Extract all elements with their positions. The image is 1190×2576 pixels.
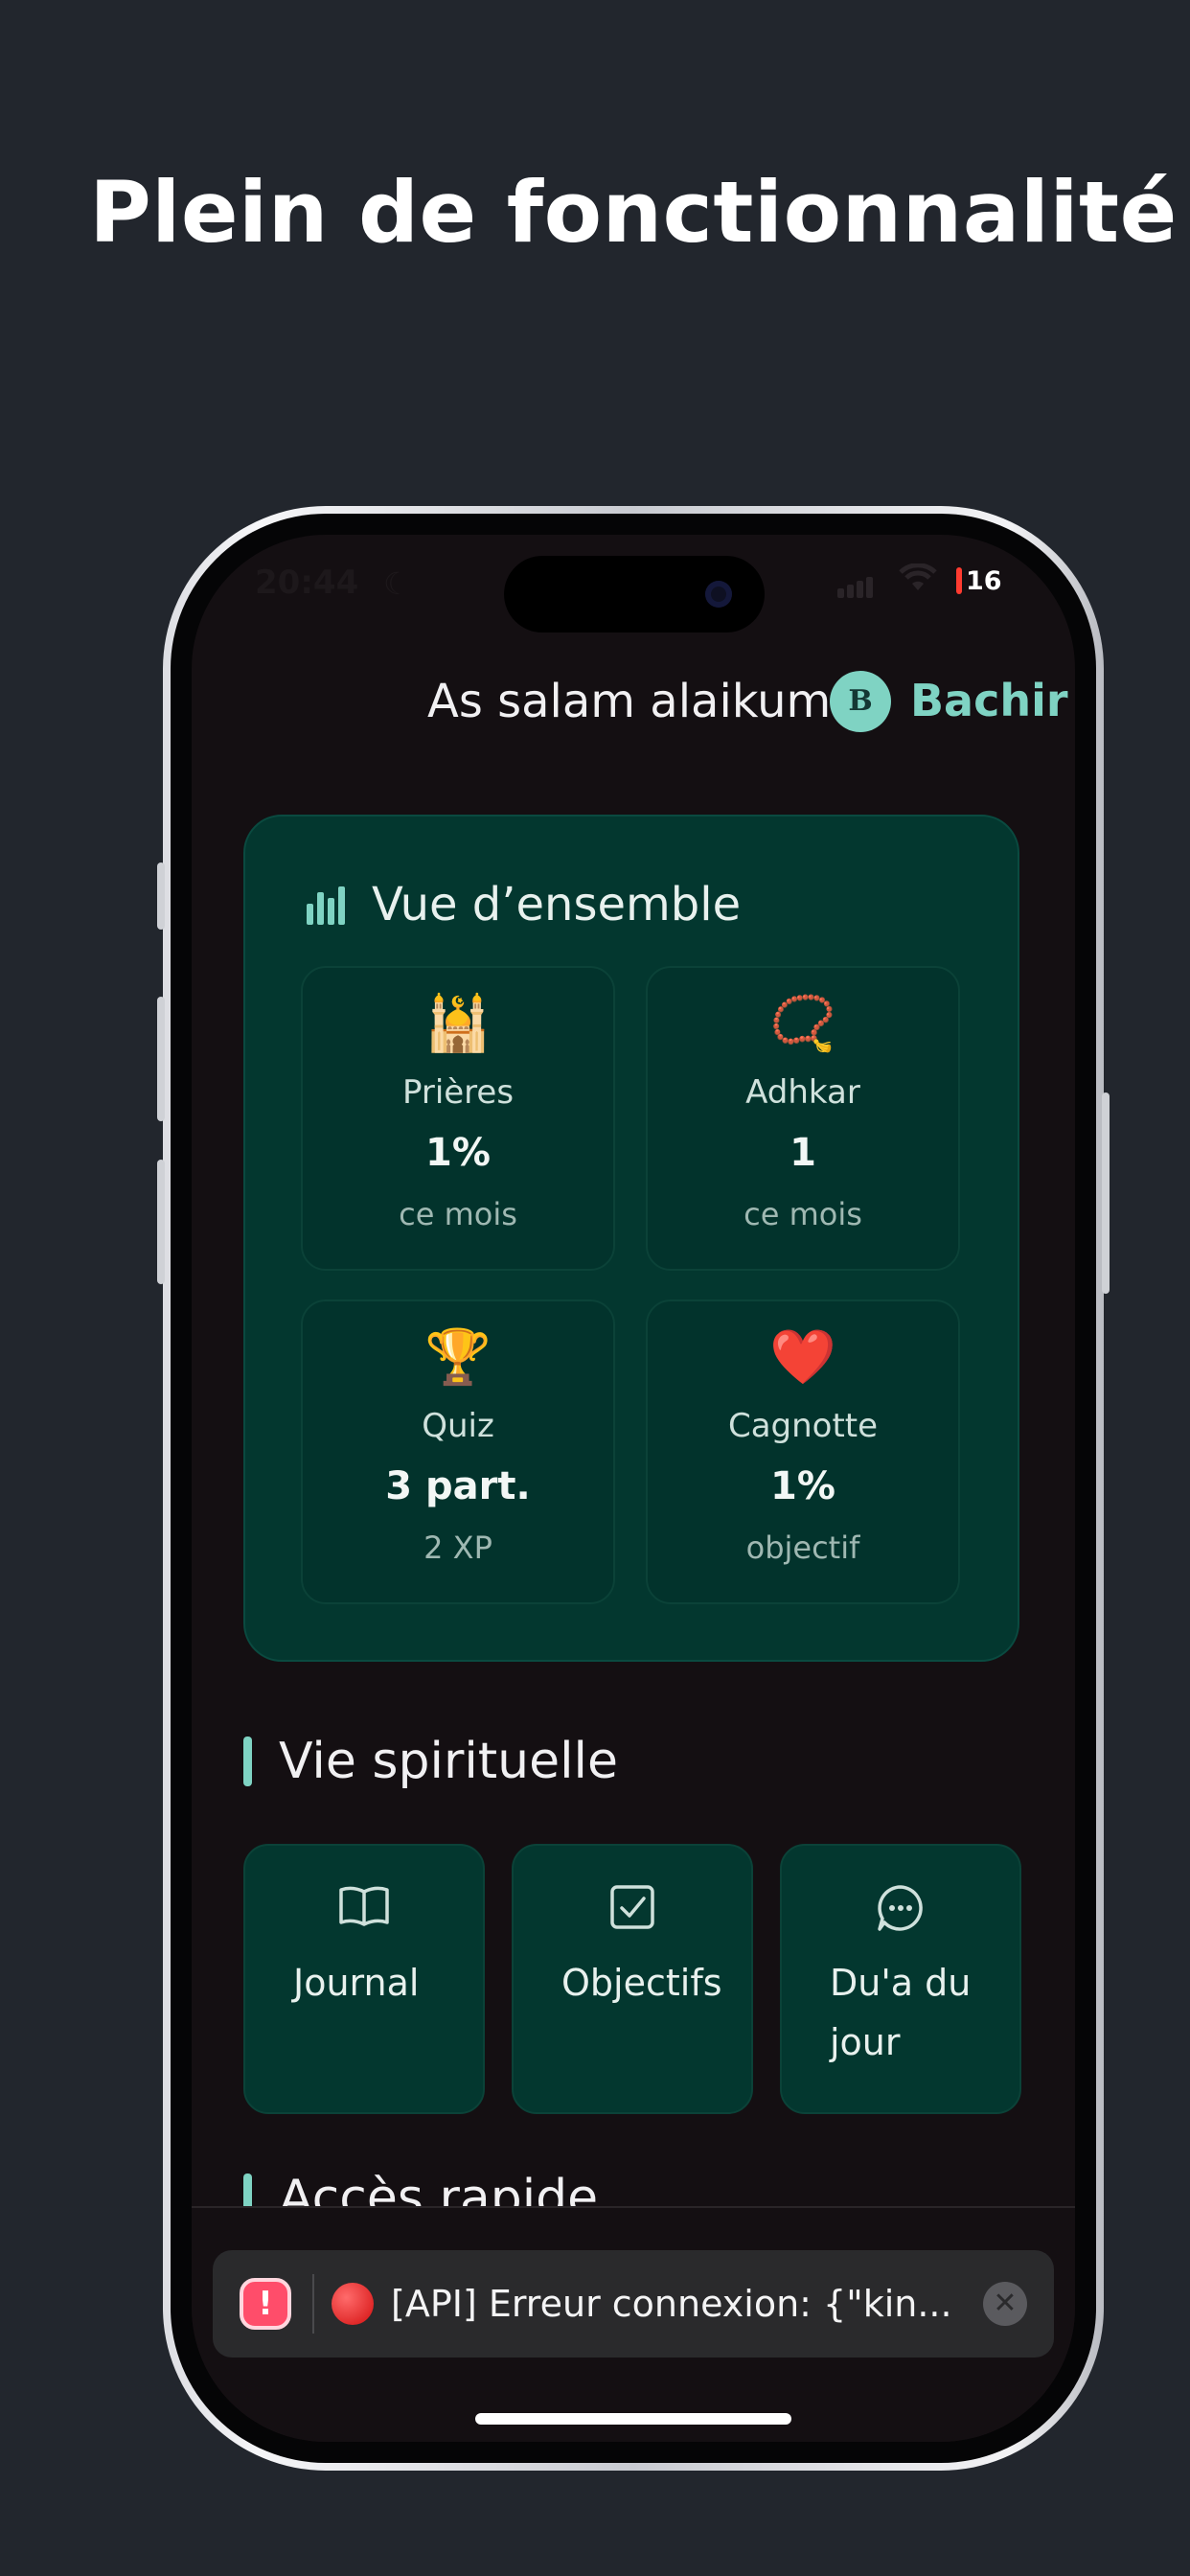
close-icon[interactable]: ✕: [983, 2282, 1027, 2326]
dynamic-island: [504, 556, 765, 632]
action-button: [157, 862, 165, 930]
overview-card: Vue d’ensemble 🕌 Prières 1% ce mois 📿 Ad…: [243, 815, 1019, 1662]
stat-card-quiz[interactable]: 🏆 Quiz 3 part. 2 XP: [301, 1300, 615, 1604]
section-accent-bar: [243, 1736, 252, 1786]
battery-icon: [956, 567, 962, 594]
tile-objectives[interactable]: Objectifs: [512, 1844, 753, 2114]
stat-card-prayers[interactable]: 🕌 Prières 1% ce mois: [301, 966, 615, 1271]
book-open-icon: [245, 1882, 483, 1934]
volume-up-button: [157, 997, 165, 1121]
stat-subtext: objectif: [745, 1530, 860, 1566]
battery-indicator: 16: [956, 565, 1008, 596]
overview-title: Vue d’ensemble: [307, 878, 741, 932]
power-button: [1102, 1092, 1110, 1294]
red-circle-icon: [332, 2283, 374, 2325]
camera-icon: [705, 581, 732, 608]
stat-card-cagnotte[interactable]: ❤️ Cagnotte 1% objectif: [646, 1300, 960, 1604]
tile-label: Objectifs: [561, 1962, 722, 2004]
signal-icon: [837, 577, 876, 598]
greeting-text: As salam alaikum: [427, 675, 832, 728]
tile-label: Du'a du jour: [830, 1962, 972, 2063]
trophy-icon: 🏆: [424, 1326, 492, 1389]
user-name[interactable]: Bachir: [910, 675, 1068, 726]
status-time: 20:44: [255, 564, 359, 602]
toast-divider: [312, 2274, 314, 2334]
chat-bubble-icon: [782, 1882, 1019, 1938]
stat-label: Quiz: [422, 1407, 494, 1445]
phone-screen: 20:44 ☾ 16 As salam alaikum B Bachir Vue…: [192, 535, 1075, 2442]
headline: Plein de fonctionnalité: [89, 163, 1178, 262]
avatar[interactable]: B: [830, 671, 891, 732]
wifi-icon: [899, 564, 937, 590]
overview-title-label: Vue d’ensemble: [372, 878, 742, 932]
prayer-beads-icon: 📿: [769, 993, 836, 1055]
volume-down-button: [157, 1160, 165, 1284]
heart-icon: ❤️: [769, 1326, 836, 1389]
tile-journal[interactable]: Journal: [243, 1844, 485, 2114]
tile-label: Journal: [293, 1962, 420, 2004]
home-indicator[interactable]: [475, 2413, 791, 2425]
stat-subtext: ce mois: [399, 1196, 517, 1232]
section-title-label: Vie spirituelle: [279, 1733, 618, 1790]
stat-label: Cagnotte: [727, 1407, 879, 1445]
stat-value: 1: [790, 1131, 816, 1175]
checkbox-icon: [514, 1882, 751, 1936]
stat-subtext: ce mois: [744, 1196, 862, 1232]
stat-subtext: 2 XP: [423, 1530, 492, 1566]
stat-card-adhkar[interactable]: 📿 Adhkar 1 ce mois: [646, 966, 960, 1271]
stat-label: Prières: [401, 1073, 515, 1112]
mosque-icon: 🕌: [424, 993, 492, 1055]
stat-label: Adhkar: [745, 1073, 860, 1112]
moon-icon: ☾: [383, 565, 411, 602]
stat-value: 1%: [425, 1131, 491, 1175]
toast-message: [API] Erreur connexion: {"kin...: [391, 2283, 952, 2325]
tile-dua-of-day[interactable]: Du'a du jour: [780, 1844, 1021, 2114]
stat-value: 1%: [770, 1464, 835, 1508]
error-toast[interactable]: ! [API] Erreur connexion: {"kin... ✕: [213, 2250, 1054, 2358]
battery-level: 16: [966, 565, 1002, 596]
stat-value: 3 part.: [385, 1464, 531, 1508]
section-title-spiritual: Vie spirituelle: [243, 1733, 618, 1790]
alert-icon: !: [240, 2278, 291, 2330]
bar-chart-icon: [307, 885, 349, 925]
